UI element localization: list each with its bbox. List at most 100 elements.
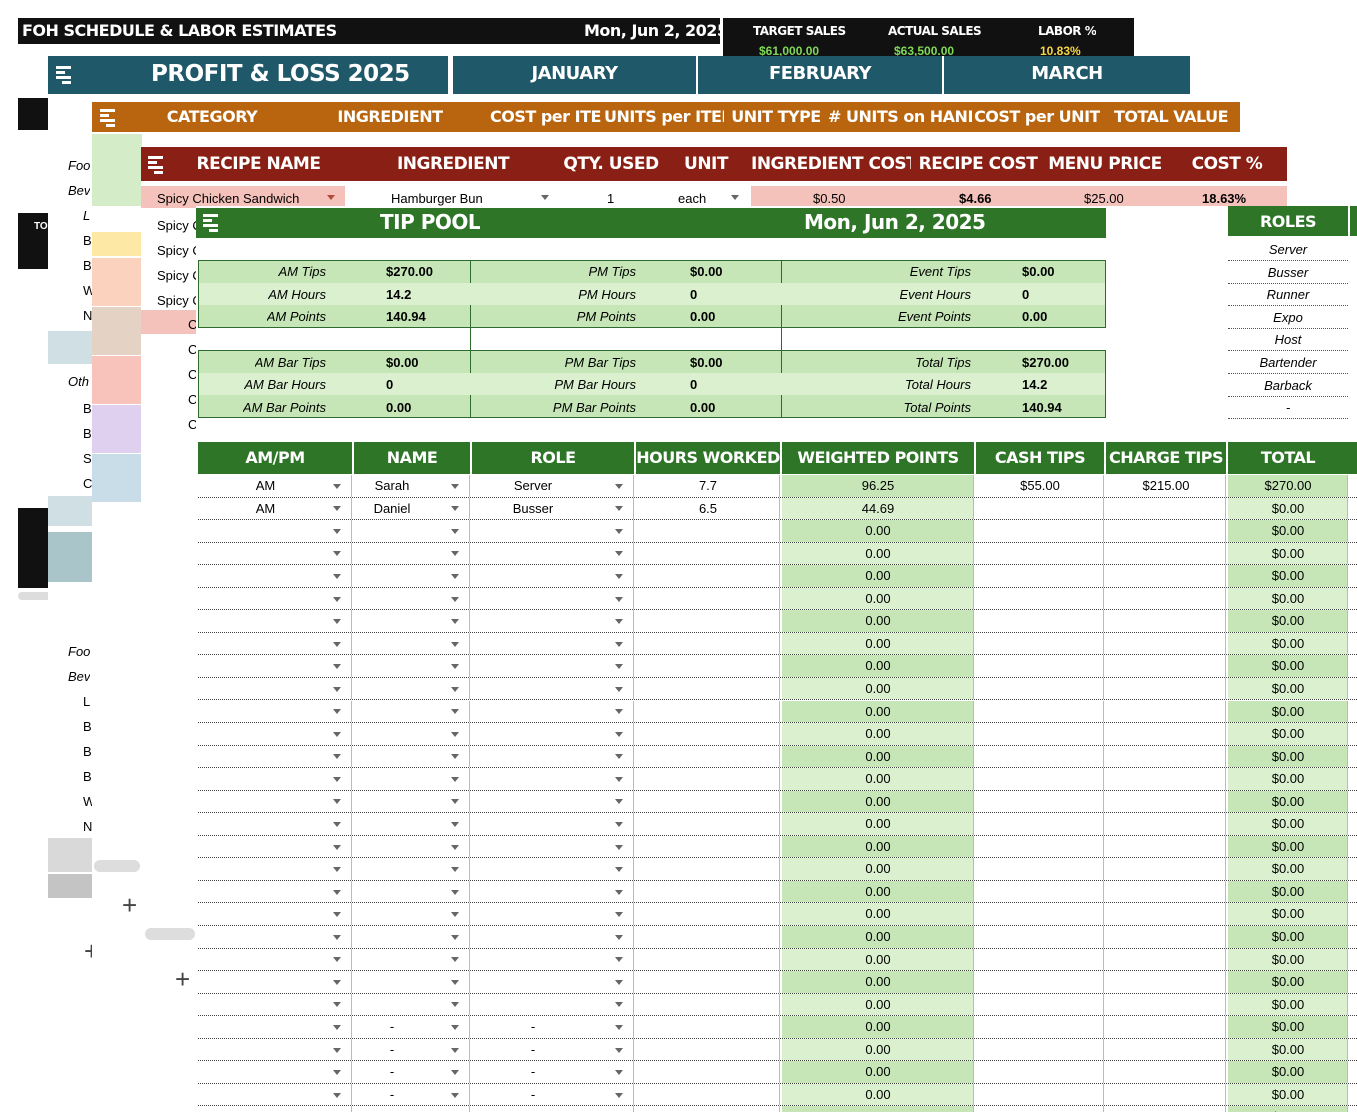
cell-role[interactable] (472, 610, 634, 632)
cell-role[interactable] (472, 587, 634, 610)
cell-cash[interactable] (976, 858, 1104, 880)
chevron-down-icon[interactable] (615, 483, 623, 489)
cell-hours[interactable] (636, 745, 780, 768)
cell-charge[interactable] (1106, 948, 1226, 971)
chevron-down-icon[interactable] (615, 1070, 623, 1076)
cell-cash[interactable] (976, 948, 1104, 971)
chevron-down-icon[interactable] (333, 596, 341, 602)
cell-cash[interactable] (976, 880, 1104, 903)
cell-name[interactable] (354, 926, 470, 948)
chevron-down-icon[interactable] (333, 867, 341, 873)
cell-role[interactable] (472, 655, 634, 677)
cell-role[interactable] (472, 520, 634, 542)
cell-cash[interactable] (976, 497, 1104, 520)
chevron-down-icon[interactable] (451, 709, 459, 715)
cell-cash[interactable] (976, 926, 1104, 948)
cell-name[interactable] (354, 971, 470, 993)
cell-ampm[interactable] (198, 1038, 352, 1061)
cell-role[interactable] (472, 723, 634, 745)
cell-charge[interactable] (1106, 700, 1226, 723)
cell-hours[interactable] (636, 1061, 780, 1083)
chevron-down-icon[interactable] (615, 573, 623, 579)
cell-charge[interactable] (1106, 497, 1226, 520)
recipe-scrollbar[interactable] (145, 928, 195, 940)
cell-hours[interactable] (636, 1016, 780, 1038)
chevron-down-icon[interactable] (333, 619, 341, 625)
chevron-down-icon[interactable] (615, 844, 623, 850)
cell-name[interactable]: - (354, 1106, 470, 1112)
chevron-down-icon[interactable] (333, 912, 341, 918)
cell-ampm[interactable] (198, 723, 352, 745)
cell-name[interactable] (354, 768, 470, 790)
cell-name[interactable] (354, 858, 470, 880)
cell-role[interactable] (472, 813, 634, 835)
cell-role[interactable] (472, 700, 634, 723)
chevron-down-icon[interactable] (615, 822, 623, 828)
chevron-down-icon[interactable] (615, 979, 623, 985)
cell-charge[interactable] (1106, 971, 1226, 993)
cell-hours[interactable] (636, 1083, 780, 1106)
chevron-down-icon[interactable] (451, 641, 459, 647)
chevron-down-icon[interactable] (615, 506, 623, 512)
cell-charge[interactable] (1106, 1083, 1226, 1106)
cell-role[interactable] (472, 880, 634, 903)
chevron-down-icon[interactable] (333, 754, 341, 760)
cell-hours[interactable] (636, 880, 780, 903)
cell-name[interactable] (354, 813, 470, 835)
cell-role[interactable] (472, 835, 634, 858)
cell-ampm[interactable] (198, 948, 352, 971)
chevron-down-icon[interactable] (615, 731, 623, 737)
cell-cash[interactable] (976, 655, 1104, 677)
chevron-down-icon[interactable] (333, 822, 341, 828)
chevron-down-icon[interactable] (615, 934, 623, 940)
cell-charge[interactable] (1106, 610, 1226, 632)
cell-hours[interactable]: 7.7 (636, 475, 780, 497)
cell-ampm[interactable] (198, 1106, 352, 1112)
cell-cash[interactable] (976, 813, 1104, 835)
cell-ampm[interactable] (198, 813, 352, 835)
cell-cash[interactable] (976, 790, 1104, 813)
chevron-down-icon[interactable] (333, 1002, 341, 1008)
cell-hours[interactable] (636, 700, 780, 723)
cell-charge[interactable]: $215.00 (1106, 475, 1226, 497)
cell-ampm[interactable] (198, 610, 352, 632)
cell-cash[interactable] (976, 610, 1104, 632)
cell-cash[interactable] (976, 835, 1104, 858)
chevron-down-icon[interactable] (333, 844, 341, 850)
chevron-down-icon[interactable] (615, 754, 623, 760)
cell-ampm[interactable] (198, 655, 352, 677)
chevron-down-icon[interactable] (333, 528, 341, 534)
chevron-down-icon[interactable] (615, 641, 623, 647)
cell-name[interactable] (354, 677, 470, 700)
cell-charge[interactable] (1106, 768, 1226, 790)
chevron-down-icon[interactable] (333, 934, 341, 940)
cell-charge[interactable] (1106, 723, 1226, 745)
chevron-down-icon[interactable] (451, 596, 459, 602)
cell-hours[interactable] (636, 1038, 780, 1061)
cell-name[interactable] (354, 610, 470, 632)
cell-role[interactable] (472, 903, 634, 925)
chevron-down-icon[interactable] (615, 709, 623, 715)
cell-charge[interactable] (1106, 926, 1226, 948)
cell-name[interactable]: - (354, 1083, 470, 1106)
cell-role[interactable] (472, 677, 634, 700)
cell-ampm[interactable] (198, 677, 352, 700)
cell-role[interactable] (472, 542, 634, 565)
chevron-down-icon[interactable] (333, 709, 341, 715)
cell-name[interactable] (354, 835, 470, 858)
cell-name[interactable] (354, 655, 470, 677)
cell-name[interactable]: Sarah (354, 475, 470, 497)
chevron-down-icon[interactable] (333, 641, 341, 647)
chevron-down-icon[interactable] (615, 799, 623, 805)
cell-name[interactable] (354, 542, 470, 565)
chevron-down-icon[interactable] (333, 731, 341, 737)
cell-hours[interactable] (636, 768, 780, 790)
chevron-down-icon[interactable] (451, 1070, 459, 1076)
chevron-down-icon[interactable] (451, 664, 459, 670)
cell-charge[interactable] (1106, 520, 1226, 542)
cell-ampm[interactable] (198, 745, 352, 768)
cell-cash[interactable] (976, 993, 1104, 1016)
cell-ampm[interactable] (198, 542, 352, 565)
cell-ampm[interactable] (198, 835, 352, 858)
chevron-down-icon[interactable] (451, 483, 459, 489)
